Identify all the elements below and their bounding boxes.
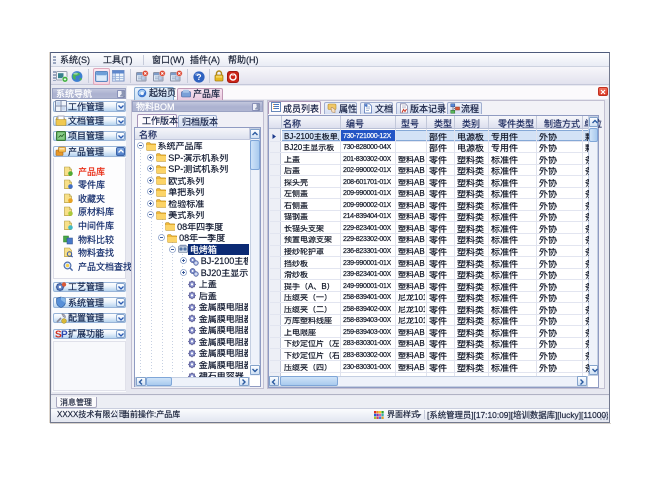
svg-text:P: P [61, 329, 68, 340]
svg-text:?: ? [196, 72, 201, 82]
